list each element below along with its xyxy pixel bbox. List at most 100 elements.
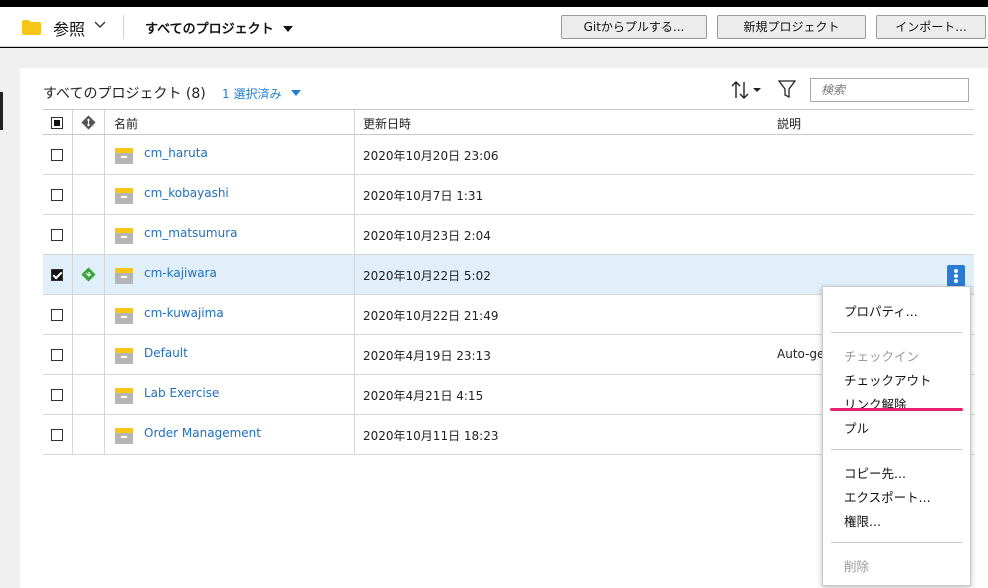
table-row[interactable]: cm_matsumura 2020年10月23日 2:04	[43, 215, 974, 255]
project-name-link[interactable]: cm_kobayashi	[144, 186, 229, 200]
updated-date: 2020年10月11日 18:23	[363, 429, 499, 443]
menu-item-pull[interactable]: プル	[844, 418, 869, 437]
updated-date: 2020年10月20日 23:06	[363, 149, 499, 163]
updated-date: 2020年10月22日 5:02	[363, 269, 491, 283]
column-divider	[354, 215, 355, 254]
column-divider	[104, 335, 105, 374]
caret-down-icon[interactable]	[283, 26, 293, 32]
column-divider	[72, 335, 73, 374]
column-divider	[72, 255, 73, 294]
table-row[interactable]: cm_haruta 2020年10月20日 23:06	[43, 135, 974, 175]
column-divider	[104, 215, 105, 254]
menu-item-export[interactable]: エクスポート...	[844, 487, 931, 506]
list-title: すべてのプロジェクト (8)	[43, 86, 206, 102]
project-name-link[interactable]: cm-kajiwara	[144, 266, 217, 280]
projects-dropdown[interactable]: すべてのプロジェクト	[145, 18, 274, 37]
project-folder-icon	[115, 148, 133, 164]
updated-date: 2020年10月7日 1:31	[363, 189, 484, 203]
new-project-button[interactable]: 新規プロジェクト	[717, 15, 866, 39]
column-divider	[104, 175, 105, 214]
row-checkbox[interactable]	[51, 349, 63, 361]
row-checkbox[interactable]	[51, 149, 63, 161]
left-edge	[0, 92, 3, 130]
column-divider	[354, 175, 355, 214]
row-checkbox[interactable]	[51, 309, 63, 321]
column-divider	[354, 295, 355, 334]
column-divider	[104, 110, 105, 134]
column-divider	[72, 415, 73, 454]
column-divider	[104, 375, 105, 414]
project-folder-icon	[115, 308, 133, 324]
project-name-link[interactable]: cm-kuwajima	[144, 306, 224, 320]
row-checkbox[interactable]	[51, 189, 63, 201]
updated-date: 2020年4月21日 4:15	[363, 389, 484, 403]
column-divider	[354, 415, 355, 454]
menu-divider	[831, 449, 962, 450]
project-name-link[interactable]: Order Management	[144, 426, 261, 440]
column-divider	[354, 110, 355, 134]
search-input[interactable]	[810, 78, 969, 102]
annotation-underline	[830, 408, 963, 411]
table-row[interactable]: cm_kobayashi 2020年10月7日 1:31	[43, 175, 974, 215]
table-header: 名前 更新日時 説明	[43, 109, 974, 135]
menu-item-permissions[interactable]: 権限...	[844, 511, 881, 530]
column-divider	[354, 335, 355, 374]
column-divider	[354, 255, 355, 294]
browse-menu-label[interactable]: 参照	[53, 16, 85, 40]
selected-count-link[interactable]: 1 選択済み	[222, 85, 281, 102]
import-button[interactable]: インポート...	[876, 15, 986, 39]
column-header-description[interactable]: 説明	[777, 115, 801, 132]
git-pull-button[interactable]: Gitからプルする...	[561, 15, 707, 39]
column-divider	[72, 375, 73, 414]
project-folder-icon	[115, 188, 133, 204]
column-divider	[354, 135, 355, 174]
column-divider	[104, 135, 105, 174]
header-divider	[123, 15, 124, 39]
updated-date: 2020年10月23日 2:04	[363, 229, 491, 243]
column-header-name[interactable]: 名前	[114, 115, 138, 132]
updated-date: 2020年4月19日 23:13	[363, 349, 491, 363]
column-header-updated[interactable]: 更新日時	[363, 115, 411, 132]
column-divider	[72, 175, 73, 214]
row-checkbox[interactable]	[51, 269, 63, 281]
column-divider	[104, 415, 105, 454]
column-divider	[72, 135, 73, 174]
column-divider	[104, 255, 105, 294]
project-name-link[interactable]: Lab Exercise	[144, 386, 219, 400]
menu-item-checkout[interactable]: チェックアウト	[844, 370, 932, 389]
row-actions-kebab-icon[interactable]	[947, 265, 965, 287]
updated-date: 2020年10月22日 21:49	[363, 309, 499, 323]
git-icon	[81, 115, 96, 130]
project-folder-icon	[115, 388, 133, 404]
git-linked-icon	[81, 267, 96, 282]
folder-icon	[22, 20, 41, 35]
menu-divider	[831, 332, 962, 333]
menu-divider	[831, 542, 962, 543]
caret-down-icon[interactable]	[291, 90, 301, 96]
window-top-bar	[0, 0, 988, 7]
column-divider	[354, 375, 355, 414]
select-all-checkbox[interactable]	[51, 117, 63, 129]
menu-item-delete: 削除	[844, 559, 870, 574]
chevron-down-icon[interactable]	[94, 21, 106, 29]
project-name-link[interactable]: Default	[144, 346, 188, 360]
sort-icon[interactable]	[731, 80, 763, 100]
column-divider	[72, 295, 73, 334]
project-description: Auto-generated	[777, 347, 823, 361]
menu-item-checkin: チェックイン	[844, 349, 920, 364]
row-checkbox[interactable]	[51, 429, 63, 441]
app-header: 参照 すべてのプロジェクト Gitからプルする... 新規プロジェクト インポー…	[0, 7, 988, 47]
project-name-link[interactable]: cm_matsumura	[144, 226, 237, 240]
project-name-link[interactable]: cm_haruta	[144, 146, 208, 160]
menu-item-copy-to[interactable]: コピー先...	[844, 463, 906, 482]
project-folder-icon	[115, 268, 133, 284]
column-divider	[72, 215, 73, 254]
row-checkbox[interactable]	[51, 389, 63, 401]
project-folder-icon	[115, 428, 133, 444]
menu-item-properties[interactable]: プロパティ...	[844, 301, 918, 320]
column-divider	[72, 110, 73, 134]
filter-icon[interactable]	[778, 79, 796, 99]
row-checkbox[interactable]	[51, 229, 63, 241]
project-folder-icon	[115, 228, 133, 244]
project-folder-icon	[115, 348, 133, 364]
